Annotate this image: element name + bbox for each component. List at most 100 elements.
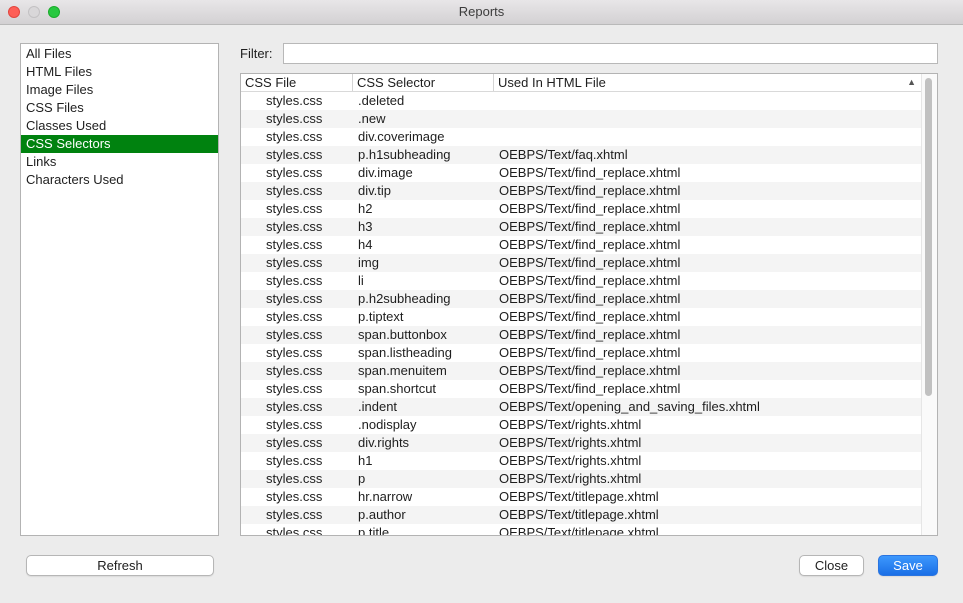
table-row[interactable]: styles.css img OEBPS/Text/find_replace.xht… — [241, 254, 923, 272]
cell-html-file: OEBPS/Text/titlepage.xhtml — [499, 525, 659, 536]
refresh-button[interactable]: Refresh — [26, 555, 214, 576]
cell-html-file: OEBPS/Text/titlepage.xhtml — [499, 507, 659, 522]
cell-css-selector: span.menuitem — [358, 363, 447, 378]
filter-input[interactable] — [283, 43, 938, 64]
table-row[interactable]: styles.css span.shortcut OEBPS/Text/find_r… — [241, 380, 923, 398]
sidebar-item[interactable]: CSS Files — [21, 99, 218, 117]
cell-css-selector: div.rights — [358, 435, 410, 450]
cell-css-file: styles.css — [266, 327, 323, 342]
cell-css-file: styles.css — [266, 309, 323, 324]
table-body: styles.css .deleted styles.css .new styles.c… — [241, 92, 923, 536]
cell-html-file: OEBPS/Text/find_replace.xhtml — [499, 273, 681, 288]
cell-html-file: OEBPS/Text/find_replace.xhtml — [499, 201, 681, 216]
cell-css-selector: div.tip — [358, 183, 391, 198]
cell-html-file: OEBPS/Text/rights.xhtml — [499, 417, 642, 432]
filter-label: Filter: — [240, 46, 273, 61]
cell-css-file: styles.css — [266, 363, 323, 378]
cell-html-file: OEBPS/Text/find_replace.xhtml — [499, 309, 681, 324]
window-close-icon[interactable] — [8, 6, 20, 18]
sidebar-item[interactable]: CSS Selectors — [21, 135, 218, 153]
table-row[interactable]: styles.css .new — [241, 110, 923, 128]
table-row[interactable]: styles.css div.rights OEBPS/Text/rights.xh… — [241, 434, 923, 452]
cell-css-selector: p.author — [358, 507, 406, 522]
table-header: CSS File CSS Selector Used In HTML File … — [241, 74, 923, 92]
cell-html-file: OEBPS/Text/find_replace.xhtml — [499, 291, 681, 306]
cell-css-selector: .new — [358, 111, 386, 126]
table-row[interactable]: styles.css div.image OEBPS/Text/find_repla… — [241, 164, 923, 182]
sidebar-item[interactable]: Classes Used — [21, 117, 218, 135]
table-row[interactable]: styles.css p.h1subheading OEBPS/Text/faq.x… — [241, 146, 923, 164]
column-header-used-in-html-file[interactable]: Used In HTML File ▲ — [494, 74, 923, 91]
cell-css-file: styles.css — [266, 129, 323, 144]
cell-css-selector: .deleted — [358, 93, 405, 108]
table-row[interactable]: styles.css p.tiptext OEBPS/Text/find_repla… — [241, 308, 923, 326]
cell-css-file: styles.css — [266, 201, 323, 216]
cell-css-selector: li — [358, 273, 364, 288]
cell-css-selector: .nodisplay — [358, 417, 417, 432]
cell-css-selector: span.shortcut — [358, 381, 437, 396]
vertical-scrollbar[interactable] — [921, 74, 937, 535]
report-type-list: All Files HTML Files Image Files CSS Files C… — [20, 43, 219, 536]
table-row[interactable]: styles.css p OEBPS/Text/rights.xhtml — [241, 470, 923, 488]
column-header-css-file[interactable]: CSS File — [241, 74, 353, 91]
scrollbar-thumb[interactable] — [925, 78, 932, 396]
cell-css-file: styles.css — [266, 399, 323, 414]
table-row[interactable]: styles.css hr.narrow OEBPS/Text/titlepage.… — [241, 488, 923, 506]
table-row[interactable]: styles.css span.menuitem OEBPS/Text/find_r… — [241, 362, 923, 380]
cell-css-selector: div.coverimage — [358, 129, 445, 144]
cell-css-selector: p.h2subheading — [358, 291, 451, 306]
cell-css-selector: hr.narrow — [358, 489, 413, 504]
cell-html-file: OEBPS/Text/rights.xhtml — [499, 453, 642, 468]
cell-css-file: styles.css — [266, 147, 323, 162]
close-button[interactable]: Close — [799, 555, 864, 576]
cell-html-file: OEBPS/Text/rights.xhtml — [499, 471, 642, 486]
table-row[interactable]: styles.css h4 OEBPS/Text/find_replace.xhtm… — [241, 236, 923, 254]
table-row[interactable]: styles.css li OEBPS/Text/find_replace.xhtm… — [241, 272, 923, 290]
title-bar: Reports — [0, 0, 963, 25]
cell-css-file: styles.css — [266, 345, 323, 360]
cell-css-selector: img — [358, 255, 379, 270]
sidebar-item[interactable]: Links — [21, 153, 218, 171]
cell-html-file: OEBPS/Text/find_replace.xhtml — [499, 165, 681, 180]
cell-css-selector: p.tiptext — [358, 309, 404, 324]
table-row[interactable]: styles.css h2 OEBPS/Text/find_replace.xhtm… — [241, 200, 923, 218]
table-row[interactable]: styles.css span.buttonbox OEBPS/Text/find_… — [241, 326, 923, 344]
cell-css-file: styles.css — [266, 381, 323, 396]
window-minimize-icon[interactable] — [28, 6, 40, 18]
table-row[interactable]: styles.css .indent OEBPS/Text/opening_and_… — [241, 398, 923, 416]
save-button[interactable]: Save — [878, 555, 938, 576]
cell-html-file: OEBPS/Text/find_replace.xhtml — [499, 363, 681, 378]
table-row[interactable]: styles.css .nodisplay OEBPS/Text/rights.xh… — [241, 416, 923, 434]
table-row[interactable]: styles.css div.tip OEBPS/Text/find_replace… — [241, 182, 923, 200]
table-row[interactable]: styles.css p.author OEBPS/Text/titlepage.x… — [241, 506, 923, 524]
sidebar-item[interactable]: All Files — [21, 45, 218, 63]
table-row[interactable]: styles.css .deleted — [241, 92, 923, 110]
cell-html-file: OEBPS/Text/find_replace.xhtml — [499, 237, 681, 252]
table-row[interactable]: styles.css h3 OEBPS/Text/find_replace.xhtm… — [241, 218, 923, 236]
table-row[interactable]: styles.css div.coverimage — [241, 128, 923, 146]
cell-html-file: OEBPS/Text/find_replace.xhtml — [499, 219, 681, 234]
sidebar-item[interactable]: Image Files — [21, 81, 218, 99]
cell-css-file: styles.css — [266, 435, 323, 450]
cell-css-selector: p.title — [358, 525, 390, 536]
cell-css-file: styles.css — [266, 525, 323, 536]
sidebar-item[interactable]: Characters Used — [21, 171, 218, 189]
cell-css-selector: h1 — [358, 453, 373, 468]
table-row[interactable]: styles.css h1 OEBPS/Text/rights.xhtml — [241, 452, 923, 470]
cell-html-file: OEBPS/Text/rights.xhtml — [499, 435, 642, 450]
cell-html-file: OEBPS/Text/find_replace.xhtml — [499, 345, 681, 360]
cell-css-file: styles.css — [266, 273, 323, 288]
table-row[interactable]: styles.css p.title OEBPS/Text/titlepage.xh… — [241, 524, 923, 536]
column-header-css-selector[interactable]: CSS Selector — [353, 74, 494, 91]
cell-css-file: styles.css — [266, 183, 323, 198]
cell-css-selector: p — [358, 471, 366, 486]
cell-css-file: styles.css — [266, 93, 323, 108]
cell-css-file: styles.css — [266, 165, 323, 180]
cell-html-file: OEBPS/Text/find_replace.xhtml — [499, 327, 681, 342]
cell-css-selector: span.listheading — [358, 345, 452, 360]
window-zoom-icon[interactable] — [48, 6, 60, 18]
table-row[interactable]: styles.css p.h2subheading OEBPS/Text/find_… — [241, 290, 923, 308]
table-row[interactable]: styles.css span.listheading OEBPS/Text/fin… — [241, 344, 923, 362]
cell-css-file: styles.css — [266, 237, 323, 252]
sidebar-item[interactable]: HTML Files — [21, 63, 218, 81]
